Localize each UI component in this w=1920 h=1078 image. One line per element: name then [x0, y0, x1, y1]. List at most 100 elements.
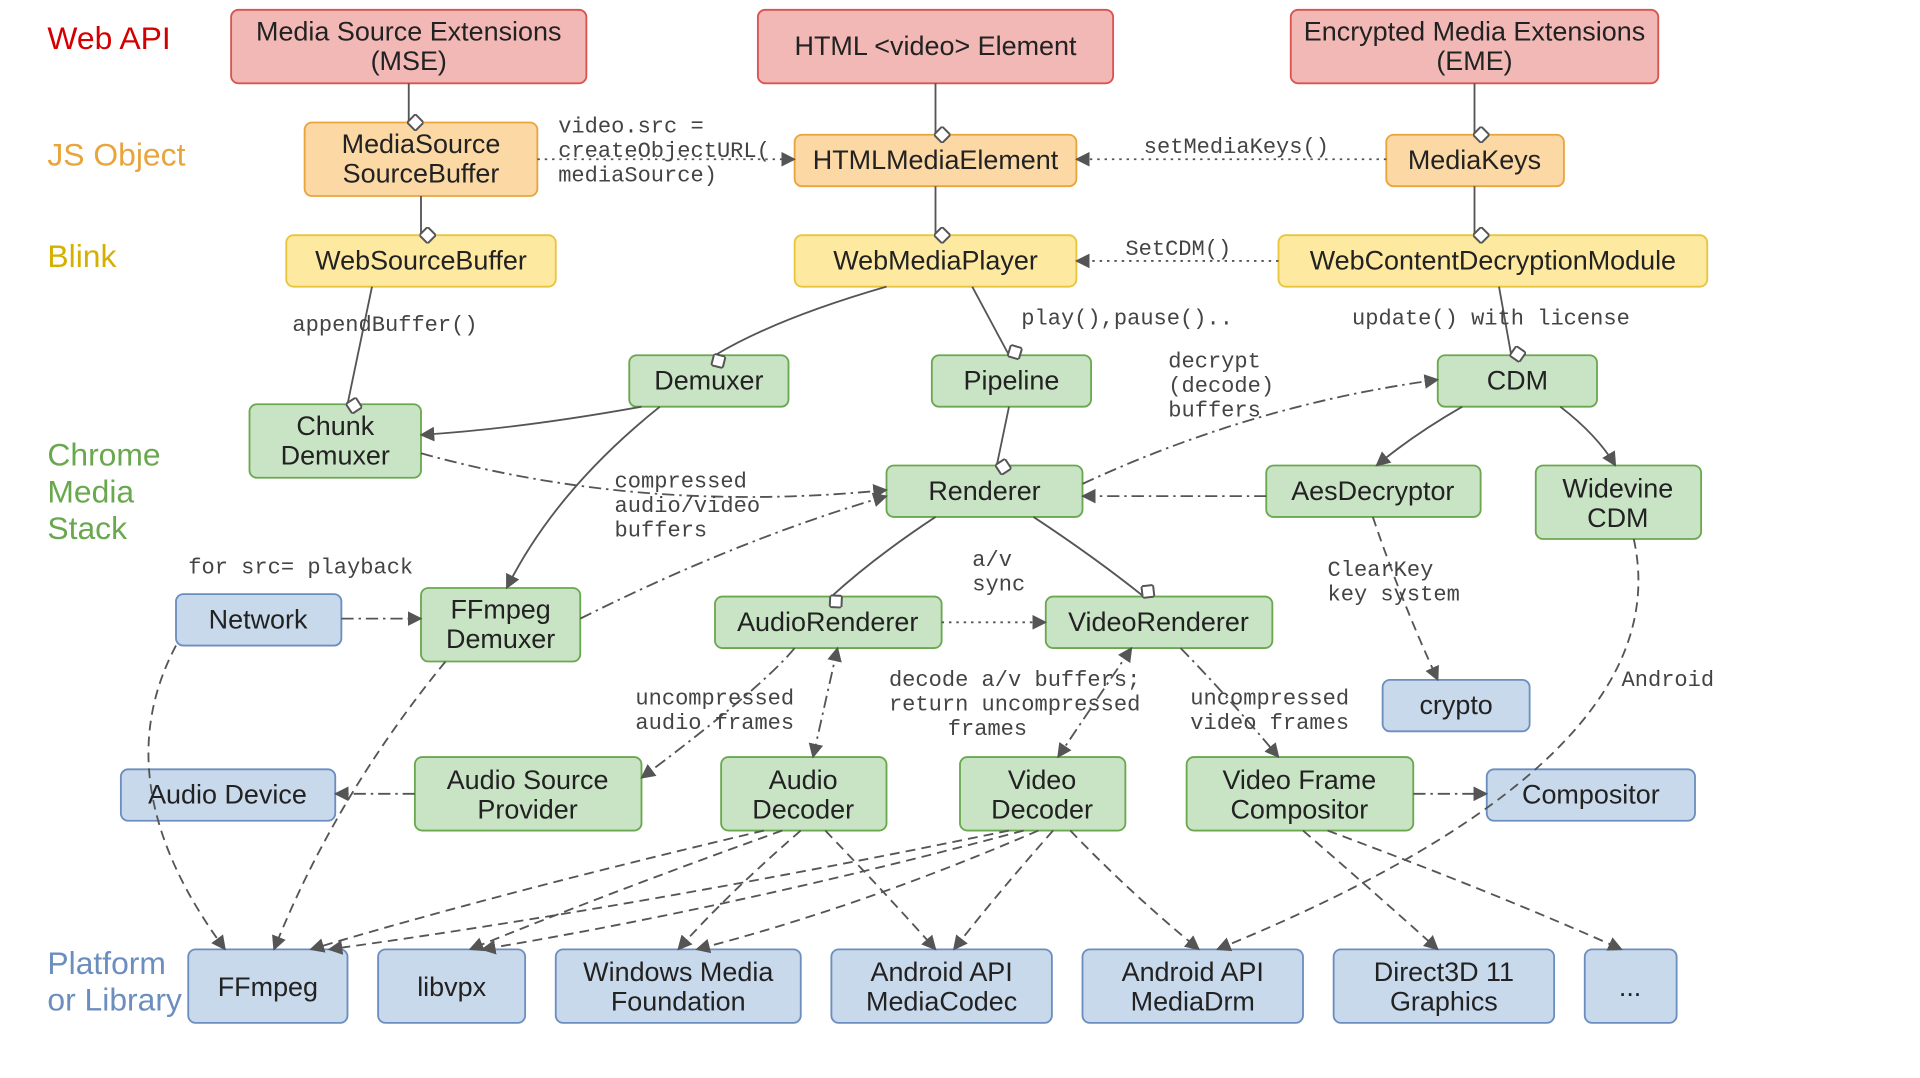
layer-cms-1: Chrome	[47, 436, 160, 472]
lbl-mediacodec-2: MediaCodec	[866, 987, 1017, 1017]
ann-uncaudio-1: uncompressed	[635, 686, 794, 711]
arrow-vfc-d3d	[1303, 831, 1438, 950]
lbl-mse-2: (MSE)	[371, 46, 447, 76]
arrow-wsb-to-chunkdemuxer	[348, 287, 373, 405]
ann-createurl-2: createObjectURL(	[558, 139, 770, 164]
arrow-vfc-more	[1328, 831, 1622, 950]
arrow-vdec-mediadrm	[1070, 831, 1199, 950]
arrow-vdec-ffmpeg	[329, 831, 1009, 950]
lbl-wmf-2: Foundation	[611, 987, 746, 1017]
lbl-asp-2: Provider	[477, 794, 577, 824]
ann-decode-3: frames	[948, 717, 1027, 742]
lbl-mse-1: Media Source Extensions	[256, 16, 561, 46]
arrow-demuxer-to-chunk	[421, 407, 642, 435]
lbl-demuxer: Demuxer	[654, 366, 763, 396]
lbl-libvpx: libvpx	[417, 972, 486, 1002]
lbl-mediacodec-1: Android API	[870, 957, 1012, 987]
lbl-audiodecoder-2: Decoder	[752, 794, 854, 824]
ann-createurl-1: video.src =	[558, 114, 704, 139]
ann-clearkey-2: key system	[1328, 582, 1460, 607]
lbl-ffmpegdemuxer-1: FFmpeg	[450, 595, 550, 625]
lbl-aesdecryptor: AesDecryptor	[1291, 476, 1454, 506]
layer-js-object: JS Object	[47, 136, 185, 172]
arrow-cdm-to-aes	[1377, 407, 1463, 466]
ann-decode-1: decode a/v buffers;	[889, 668, 1140, 693]
arrow-renderer-to-audiorenderer	[831, 517, 935, 597]
ann-clearkey-1: ClearKey	[1328, 558, 1434, 583]
arrow-renderer-to-videorenderer	[1034, 517, 1144, 597]
ann-avsync-2: sync	[972, 572, 1025, 597]
lbl-widevine-1: Widevine	[1562, 473, 1673, 503]
arrow-cdm-to-widevine	[1560, 407, 1615, 466]
lbl-websourcebuffer: WebSourceBuffer	[315, 246, 527, 276]
lbl-pipeline: Pipeline	[964, 366, 1060, 396]
lbl-chunkdemuxer-1: Chunk	[296, 411, 374, 441]
ann-decode-2: return uncompressed	[889, 692, 1140, 717]
lbl-ffmpeg: FFmpeg	[218, 972, 318, 1002]
lbl-videodecoder-1: Video	[1008, 765, 1076, 795]
lbl-vfc-2: Compositor	[1230, 794, 1368, 824]
lbl-htmlmedia: HTMLMediaElement	[813, 145, 1059, 175]
lbl-crypto: crypto	[1419, 690, 1492, 720]
lbl-videodecoder-2: Decoder	[991, 794, 1093, 824]
layer-cms-2: Media	[47, 473, 134, 509]
ann-appendbuffer: appendBuffer()	[292, 313, 477, 338]
ann-avsync-1: a/v	[972, 548, 1012, 573]
lbl-mediasource-1: MediaSource	[342, 129, 501, 159]
lbl-d3d-2: Graphics	[1390, 987, 1498, 1017]
lbl-network: Network	[209, 604, 308, 634]
lbl-audiodevice: Audio Device	[148, 780, 307, 810]
ann-update: update() with license	[1352, 307, 1630, 332]
ann-forsrc: for src= playback	[188, 555, 413, 580]
ann-createurl-3: mediaSource)	[558, 163, 717, 188]
ann-decrypt-2: (decode)	[1168, 374, 1274, 399]
arrow-adec-mediacodec	[825, 831, 935, 950]
ann-compressed-2: audio/video	[615, 494, 761, 519]
lbl-videorenderer: VideoRenderer	[1068, 607, 1249, 637]
lbl-eme-1: Encrypted Media Extensions	[1304, 16, 1645, 46]
arrow-pipeline-to-renderer	[997, 407, 1009, 466]
arrow-audiorenderer-audiodecoder	[813, 648, 838, 757]
lbl-mediakeys: MediaKeys	[1408, 145, 1541, 175]
ann-uncvideo-2: video frames	[1190, 711, 1349, 736]
lbl-asp-1: Audio Source	[447, 765, 609, 795]
lbl-webmediaplayer: WebMediaPlayer	[833, 246, 1038, 276]
layer-platform-1: Platform	[47, 945, 166, 981]
lbl-mediadrm-1: Android API	[1122, 957, 1264, 987]
lbl-ffmpegdemuxer-2: Demuxer	[446, 624, 555, 654]
lbl-d3d-1: Direct3D 11	[1374, 957, 1514, 987]
lbl-audiorenderer: AudioRenderer	[737, 607, 918, 637]
arrow-adec-ffmpeg	[311, 831, 764, 950]
arrow-wmp-to-demuxer	[715, 287, 887, 356]
lbl-eme-2: (EME)	[1436, 46, 1512, 76]
arrow-vdec-wmf	[697, 831, 1039, 950]
layer-blink: Blink	[47, 238, 116, 274]
lbl-wmf-1: Windows Media	[583, 957, 773, 987]
layer-platform-2: or Library	[47, 982, 182, 1018]
lbl-video-el: HTML <video> Element	[795, 31, 1077, 61]
lbl-more: ...	[1619, 972, 1641, 1002]
layer-cms-3: Stack	[47, 510, 127, 546]
ann-decrypt-3: buffers	[1168, 399, 1261, 424]
ann-compressed-1: compressed	[615, 470, 747, 495]
ann-uncvideo-1: uncompressed	[1190, 686, 1349, 711]
arrow-vdec-mediacodec	[954, 831, 1053, 950]
lbl-mediadrm-2: MediaDrm	[1131, 987, 1255, 1017]
arrow-wmp-to-pipeline	[972, 287, 1009, 356]
diagram-canvas: Web API JS Object Blink Chrome Media Sta…	[0, 0, 1920, 1078]
ann-decrypt-1: decrypt	[1168, 350, 1261, 375]
ann-android: Android	[1622, 668, 1715, 693]
lbl-compositor: Compositor	[1522, 780, 1660, 810]
lbl-cdm: CDM	[1487, 366, 1548, 396]
lbl-vfc-1: Video Frame	[1222, 765, 1376, 795]
ann-setcdm: SetCDM()	[1125, 237, 1231, 262]
lbl-widevine-2: CDM	[1587, 503, 1648, 533]
ann-setmediakeys: setMediaKeys()	[1144, 135, 1329, 160]
lbl-renderer: Renderer	[928, 476, 1040, 506]
lbl-chunkdemuxer-2: Demuxer	[281, 440, 390, 470]
ann-compressed-3: buffers	[615, 519, 708, 544]
lbl-mediasource-2: SourceBuffer	[343, 159, 500, 189]
layer-web-api: Web API	[47, 20, 170, 56]
ann-uncaudio-2: audio frames	[635, 711, 794, 736]
lbl-audiodecoder-1: Audio	[769, 765, 838, 795]
